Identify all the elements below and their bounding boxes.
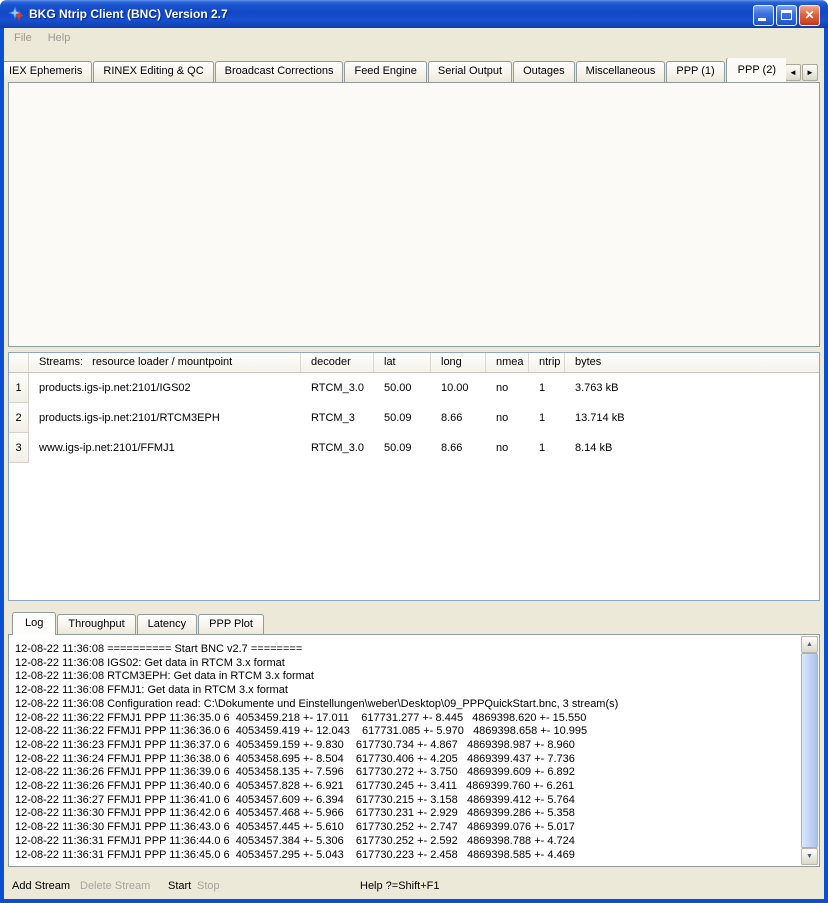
header-bytes: bytes (565, 353, 819, 372)
streams-table-header: Streams: resource loader / mountpoint de… (9, 353, 819, 373)
stream-lat: 50.00 (374, 373, 431, 403)
stream-long: 8.66 (431, 403, 486, 433)
log-line: 12-08-22 11:36:27 FFMJ1 PPP 11:36:41.0 6… (15, 794, 801, 808)
tab-ppp-plot[interactable]: PPP Plot (198, 614, 264, 634)
scroll-down-icon[interactable]: ▼ (801, 848, 818, 865)
row-number[interactable]: 3 (9, 433, 29, 463)
header-streams: Streams: resource loader / mountpoint (29, 353, 301, 372)
log-line: 12-08-22 11:36:22 FFMJ1 PPP 11:36:35.0 6… (15, 712, 801, 726)
scroll-up-icon[interactable]: ▲ (801, 636, 818, 653)
tab-scroll-right-icon[interactable]: ► (802, 64, 818, 81)
stream-bytes: 8.14 kB (565, 433, 819, 463)
stream-nmea: no (486, 433, 529, 463)
tab-scroll-arrows: ◄ ► (785, 64, 818, 81)
header-long: long (431, 353, 486, 372)
stream-long: 10.00 (431, 373, 486, 403)
maximize-icon (781, 10, 792, 20)
stream-row-2[interactable]: 2 products.igs-ip.net:2101/RTCM3EPH RTCM… (9, 403, 819, 433)
log-line: 12-08-22 11:36:31 FFMJ1 PPP 11:36:44.0 6… (15, 835, 801, 849)
header-lat: lat (374, 353, 431, 372)
stream-row-1[interactable]: 1 products.igs-ip.net:2101/IGS02 RTCM_3.… (9, 373, 819, 403)
app-window: BKG Ntrip Client (BNC) Version 2.7 ✕ Fil… (0, 0, 828, 903)
stream-decoder: RTCM_3.0 (301, 373, 374, 403)
minimize-button[interactable] (753, 5, 774, 26)
titlebar[interactable]: BKG Ntrip Client (BNC) Version 2.7 ✕ (0, 0, 828, 28)
log-line: 12-08-22 11:36:26 FFMJ1 PPP 11:36:39.0 6… (15, 766, 801, 780)
app-icon[interactable] (8, 6, 24, 22)
header-decoder: decoder (301, 353, 374, 372)
log-panel: 12-08-22 11:36:08 ========== Start BNC v… (8, 634, 820, 867)
log-scrollbar[interactable]: ▲ ▼ (801, 636, 818, 865)
tab-feed-engine[interactable]: Feed Engine (344, 61, 426, 82)
row-number[interactable]: 1 (9, 373, 29, 403)
delete-stream-button[interactable]: Delete Stream (80, 878, 150, 894)
tab-scroll-left-icon[interactable]: ◄ (785, 64, 801, 81)
main-tabbar: IEX Ephemeris RINEX Editing & QC Broadca… (4, 58, 786, 82)
header-nmea: nmea (486, 353, 529, 372)
log-line: 12-08-22 11:36:08 Configuration read: C:… (15, 698, 801, 712)
stream-ntrip: 1 (529, 403, 565, 433)
minimize-icon (758, 18, 766, 21)
start-button[interactable]: Start (168, 878, 191, 894)
window-title: BKG Ntrip Client (BNC) Version 2.7 (29, 7, 228, 21)
row-number[interactable]: 2 (9, 403, 29, 433)
log-line: 12-08-22 11:36:26 FFMJ1 PPP 11:36:40.0 6… (15, 780, 801, 794)
stream-long: 8.66 (431, 433, 486, 463)
stream-decoder: RTCM_3.0 (301, 433, 374, 463)
log-line: 12-08-22 11:36:08 FFMJ1: Get data in RTC… (15, 684, 801, 698)
log-line: 12-08-22 11:36:22 FFMJ1 PPP 11:36:36.0 6… (15, 725, 801, 739)
tab-broadcast-corrections[interactable]: Broadcast Corrections (215, 61, 344, 82)
log-line: 12-08-22 11:36:08 ========== Start BNC v… (15, 643, 801, 657)
menu-file[interactable]: File (14, 32, 32, 44)
stream-lat: 50.09 (374, 403, 431, 433)
stream-ntrip: 1 (529, 373, 565, 403)
help-shortcut-label: Help ?=Shift+F1 (360, 878, 440, 894)
tab-rinex-editing-qc[interactable]: RINEX Editing & QC (93, 61, 213, 82)
stream-mountpoint: products.igs-ip.net:2101/IGS02 (29, 373, 301, 403)
close-button[interactable]: ✕ (799, 5, 820, 26)
menubar: File Help (4, 28, 824, 48)
tab-serial-output[interactable]: Serial Output (428, 61, 512, 82)
stream-bytes: 13.714 kB (565, 403, 819, 433)
tab-ppp-1[interactable]: PPP (1) (666, 61, 724, 82)
stream-nmea: no (486, 403, 529, 433)
tab-throughput[interactable]: Throughput (57, 614, 135, 634)
log-line: 12-08-22 11:36:30 FFMJ1 PPP 11:36:43.0 6… (15, 821, 801, 835)
stream-row-3[interactable]: 3 www.igs-ip.net:2101/FFMJ1 RTCM_3.0 50.… (9, 433, 819, 463)
log-line: 12-08-22 11:36:23 FFMJ1 PPP 11:36:37.0 6… (15, 739, 801, 753)
log-line: 12-08-22 11:36:08 IGS02: Get data in RTC… (15, 657, 801, 671)
close-icon: ✕ (800, 6, 819, 25)
scrollbar-thumb[interactable] (801, 653, 818, 848)
stream-lat: 50.09 (374, 433, 431, 463)
ppp2-panel (8, 82, 820, 347)
tab-outages[interactable]: Outages (513, 61, 575, 82)
header-corner (9, 353, 29, 372)
log-line: 12-08-22 11:36:30 FFMJ1 PPP 11:36:42.0 6… (15, 807, 801, 821)
log-text-area[interactable]: 12-08-22 11:36:08 ========== Start BNC v… (10, 636, 801, 865)
stop-button[interactable]: Stop (197, 878, 220, 894)
tab-log[interactable]: Log (12, 612, 56, 635)
menu-help[interactable]: Help (48, 32, 71, 44)
tab-latency[interactable]: Latency (137, 614, 198, 634)
stream-mountpoint: products.igs-ip.net:2101/RTCM3EPH (29, 403, 301, 433)
stream-ntrip: 1 (529, 433, 565, 463)
add-stream-button[interactable]: Add Stream (12, 878, 70, 894)
window-controls: ✕ (753, 5, 820, 26)
tab-ppp-2[interactable]: PPP (2) (726, 58, 786, 82)
stream-mountpoint: www.igs-ip.net:2101/FFMJ1 (29, 433, 301, 463)
stream-bytes: 3.763 kB (565, 373, 819, 403)
maximize-button[interactable] (776, 5, 797, 26)
tab-rinex-ephemeris[interactable]: IEX Ephemeris (4, 61, 92, 82)
header-ntrip: ntrip (529, 353, 565, 372)
streams-table: Streams: resource loader / mountpoint de… (8, 352, 820, 601)
log-line: 12-08-22 11:36:31 FFMJ1 PPP 11:36:45.0 6… (15, 849, 801, 863)
stream-nmea: no (486, 373, 529, 403)
stream-decoder: RTCM_3 (301, 403, 374, 433)
log-line: 12-08-22 11:36:24 FFMJ1 PPP 11:36:38.0 6… (15, 753, 801, 767)
tab-miscellaneous[interactable]: Miscellaneous (576, 61, 666, 82)
log-line: 12-08-22 11:36:08 RTCM3EPH: Get data in … (15, 670, 801, 684)
bottom-tabbar: Log Throughput Latency PPP Plot (12, 612, 265, 634)
